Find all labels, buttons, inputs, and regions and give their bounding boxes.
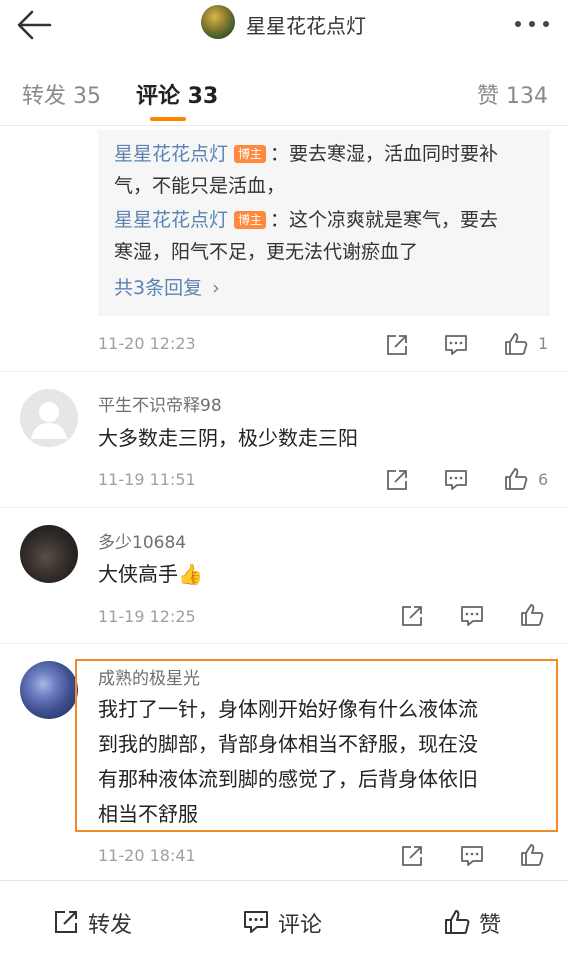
comment-text-line: 到我的脚部，背部身体相当不舒服，现在没: [98, 732, 478, 756]
comment-icon[interactable]: [443, 467, 469, 493]
comment-icon[interactable]: [242, 908, 270, 936]
thumbs-up-icon[interactable]: [519, 602, 545, 628]
comment-time: 11-19 11:51: [98, 470, 196, 489]
comment-username[interactable]: 多少10684: [98, 528, 186, 553]
comment-time: 11-20 12:23: [98, 334, 196, 353]
comment-icon[interactable]: [443, 332, 469, 358]
share-icon[interactable]: [384, 467, 410, 493]
comment-text: 大多数走三阴，极少数走三阳: [98, 426, 358, 450]
reply-text: ：要去寒湿，活血同时要补: [270, 143, 499, 165]
back-arrow-icon[interactable]: [14, 8, 54, 42]
share-icon[interactable]: [384, 332, 410, 358]
view-more-replies-label: 共3条回复: [114, 277, 203, 299]
author-badge: 博主: [234, 145, 267, 163]
reply-thread-box[interactable]: 星星花花点灯 博主 ：要去寒湿，活血同时要补 气，不能只是活血， 星星花花点灯 博主：…: [98, 130, 550, 316]
like-button[interactable]: 赞: [479, 907, 501, 939]
like-count: 6: [538, 470, 549, 489]
comment-text-line: 相当不舒服: [98, 802, 198, 826]
reply-text-continued: 寒湿，阳气不足，更无法代谢瘀血了: [114, 241, 419, 263]
night-sky-avatar[interactable]: [20, 661, 78, 719]
thumbs-up-icon[interactable]: [443, 908, 471, 936]
thumbs-up-icon[interactable]: [503, 466, 529, 492]
divider: [0, 507, 568, 508]
tab-likes[interactable]: 赞 134: [477, 78, 548, 110]
default-avatar[interactable]: [20, 389, 78, 447]
thumbs-up-icon[interactable]: [519, 842, 545, 868]
tab-comments[interactable]: 评论 33: [136, 78, 218, 110]
active-tab-indicator: [150, 117, 186, 121]
like-count: 1: [538, 334, 549, 353]
chevron-right-icon: ›: [212, 277, 220, 299]
author-badge: 博主: [234, 211, 267, 229]
share-icon[interactable]: [399, 603, 425, 629]
comment-text: 大侠高手👍: [98, 562, 203, 586]
share-icon[interactable]: [52, 908, 80, 936]
tab-repost[interactable]: 转发 35: [22, 78, 101, 110]
comment-text-line: 有那种液体流到脚的感觉了，后背身体依旧: [98, 767, 478, 791]
comment-button[interactable]: 评论: [278, 907, 322, 939]
comment-icon[interactable]: [459, 603, 485, 629]
divider: [0, 643, 568, 644]
repost-button[interactable]: 转发: [88, 907, 132, 939]
comment-username[interactable]: 平生不识帝释98: [98, 391, 222, 416]
page-title[interactable]: 星星花花点灯: [246, 10, 366, 39]
reply-text-continued: 气，不能只是活血，: [114, 175, 286, 197]
reply-username[interactable]: 星星花花点灯: [114, 209, 228, 231]
user-silhouette-icon: [31, 402, 67, 439]
bottom-action-bar: 转发 评论 赞: [0, 880, 568, 960]
share-icon[interactable]: [399, 843, 425, 869]
view-more-replies-link[interactable]: 共3条回复 ›: [114, 273, 220, 300]
comment-username[interactable]: 成熟的极星光: [98, 664, 200, 689]
thumbs-up-icon[interactable]: [503, 331, 529, 357]
cat-photo-avatar[interactable]: [20, 525, 78, 583]
reply-username[interactable]: 星星花花点灯: [114, 143, 228, 165]
author-avatar[interactable]: [201, 5, 235, 39]
reply-item: 星星花花点灯 博主 ：这个凉爽就是寒气，要去: [114, 204, 544, 236]
reply-text: ：这个凉爽就是寒气，要去: [270, 209, 499, 231]
more-dots-icon[interactable]: [512, 12, 552, 36]
reply-item: 星星花花点灯 博主 ：要去寒湿，活血同时要补: [114, 138, 544, 170]
comment-time: 11-20 18:41: [98, 846, 196, 865]
comment-icon[interactable]: [459, 843, 485, 869]
top-nav-bar: 星星花花点灯: [0, 0, 568, 50]
tab-bar: 转发 35 评论 33 赞 134: [0, 56, 568, 126]
divider: [0, 371, 568, 372]
comment-time: 11-19 12:25: [98, 607, 196, 626]
comment-text-line: 我打了一针，身体刚开始好像有什么液体流: [98, 697, 478, 721]
